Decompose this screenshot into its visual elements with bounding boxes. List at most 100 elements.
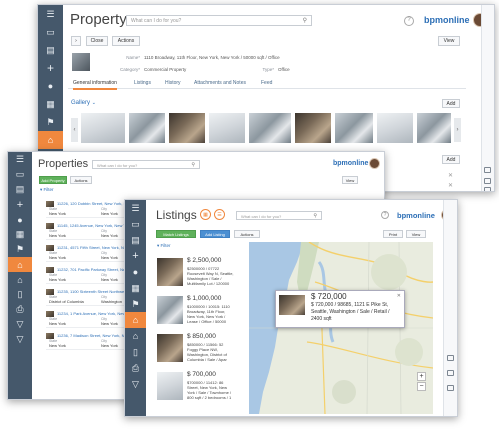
avatar[interactable] <box>369 158 380 169</box>
document-icon[interactable]: ▯ <box>8 287 32 302</box>
listing-photo[interactable] <box>156 257 184 287</box>
contacts-icon[interactable]: ● <box>38 77 63 95</box>
tab-general-information[interactable]: General information <box>73 80 117 90</box>
accounts-icon[interactable]: ▦ <box>8 227 32 242</box>
print-icon[interactable]: ⎙ <box>125 360 146 376</box>
actions-button[interactable]: Actions <box>112 36 140 46</box>
add-property-button[interactable]: Add Property <box>39 176 67 184</box>
category-value[interactable]: Commercial Property <box>144 67 234 72</box>
type-value[interactable]: Office <box>278 67 318 72</box>
phone-icon[interactable] <box>484 178 491 184</box>
gallery-prev-button[interactable]: ‹ <box>71 118 78 142</box>
listing-card[interactable]: $ 2,500,000 $2500000 / 07722 Roosevelt Way… <box>156 257 246 293</box>
gallery-photo[interactable] <box>294 112 332 144</box>
view-button[interactable]: View <box>406 230 426 238</box>
listing-card[interactable]: $ 700,000 $700000 / 11412: 86 Street, New … <box>156 371 246 407</box>
accounts-icon[interactable]: ▦ <box>38 95 63 113</box>
add-photo-button[interactable]: Add <box>442 99 460 108</box>
match-listings-button[interactable]: Match Listings <box>156 230 196 238</box>
home-icon[interactable]: ⌂ <box>38 131 63 149</box>
row-title[interactable]: 11234, 1 Park Avenue, New York, New York <box>57 311 134 316</box>
funnel-icon[interactable]: ▽ <box>125 376 146 392</box>
search-icon[interactable]: ⚲ <box>303 17 307 24</box>
tab-attachments-and-notes[interactable]: Attachments and Notes <box>194 80 246 86</box>
chat-icon[interactable]: ▭ <box>125 216 146 232</box>
cart-icon[interactable]: ▽ <box>8 317 32 332</box>
phone-icon[interactable] <box>447 370 454 376</box>
contacts-icon[interactable]: ● <box>125 264 146 280</box>
accounts-icon[interactable]: ▦ <box>125 280 146 296</box>
tab-feed[interactable]: Feed <box>261 80 272 86</box>
task-icon[interactable] <box>447 385 454 391</box>
close-icon[interactable]: ✕ <box>397 293 401 299</box>
close-button[interactable]: Close <box>86 36 108 46</box>
grid-view-icon[interactable]: ▦ <box>200 209 211 220</box>
actions-button[interactable]: Actions <box>70 176 92 184</box>
gallery-photo[interactable] <box>208 112 246 144</box>
house-icon[interactable]: ⌂ <box>125 328 146 344</box>
chat-icon[interactable] <box>447 355 454 361</box>
help-icon[interactable]: ? <box>404 16 414 26</box>
actions-button[interactable]: Actions <box>234 230 260 238</box>
menu-icon[interactable]: ☰ <box>125 200 146 216</box>
feed-icon[interactable]: ▤ <box>38 41 63 59</box>
gallery-photo[interactable] <box>334 112 374 144</box>
house-icon[interactable]: ⌂ <box>8 272 32 287</box>
gallery-photo[interactable] <box>416 112 452 144</box>
flag-icon[interactable]: ⚑ <box>8 242 32 257</box>
gallery-next-button[interactable]: › <box>454 118 461 142</box>
flag-icon[interactable]: ⚑ <box>38 113 63 131</box>
view-button[interactable]: View <box>438 36 460 46</box>
chat-icon[interactable]: ▭ <box>8 167 32 182</box>
menu-icon[interactable]: ☰ <box>38 5 63 23</box>
add-button[interactable]: Add <box>442 155 460 164</box>
feed-icon[interactable]: ▤ <box>125 232 146 248</box>
document-icon[interactable]: ▯ <box>125 344 146 360</box>
home-icon[interactable]: ⌂ <box>8 257 32 272</box>
search-icon[interactable]: ⚲ <box>191 162 195 168</box>
list-view-icon[interactable]: ☰ <box>214 209 225 220</box>
close-icon[interactable]: ✕ <box>448 182 453 189</box>
listing-card[interactable]: $ 850,000 $850000 / 11566: 52 Foggy Place … <box>156 333 246 369</box>
flag-icon[interactable]: ⚑ <box>125 296 146 312</box>
search-input[interactable]: What can I do for you? ⚲ <box>126 15 312 26</box>
contacts-icon[interactable]: ● <box>8 212 32 227</box>
chat-icon[interactable] <box>484 167 491 173</box>
add-listing-button[interactable]: Add Listing <box>200 230 230 238</box>
search-input[interactable]: What can I do for you? ⚲ <box>92 160 200 169</box>
gallery-photo[interactable] <box>80 112 126 144</box>
task-icon[interactable] <box>484 187 491 191</box>
filter-button[interactable]: ▾ Filter <box>40 187 54 193</box>
home-icon[interactable]: ⌂ <box>125 312 146 328</box>
print-icon[interactable]: ⎙ <box>8 302 32 317</box>
gallery-photo[interactable] <box>248 112 292 144</box>
search-icon[interactable]: ⚲ <box>313 213 317 219</box>
name-value[interactable]: 1110 Broadway, 11th Floor, New York, New… <box>144 55 434 60</box>
tab-history[interactable]: History <box>165 80 181 86</box>
listing-photo[interactable] <box>156 333 184 363</box>
gallery-photo[interactable] <box>376 112 414 144</box>
add-icon[interactable]: + <box>125 248 146 264</box>
listing-photo[interactable] <box>156 371 184 401</box>
menu-icon[interactable]: ☰ <box>8 152 32 167</box>
gallery-photo[interactable] <box>168 112 206 144</box>
map[interactable]: + − <box>249 242 433 414</box>
funnel-icon[interactable]: ▽ <box>8 332 32 347</box>
feed-icon[interactable]: ▤ <box>8 182 32 197</box>
view-button[interactable]: View <box>342 176 358 184</box>
listing-photo[interactable] <box>156 295 184 325</box>
help-icon[interactable]: ? <box>381 211 389 219</box>
print-button[interactable]: Print <box>383 230 403 238</box>
search-input[interactable]: What can I do for you? ⚲ <box>236 211 322 220</box>
filter-button[interactable]: ▾ Filter <box>157 243 171 249</box>
listing-card[interactable]: $ 1,000,000 $1000000 / 10015: 1110 Broadwa… <box>156 295 246 331</box>
add-icon[interactable]: + <box>38 59 63 77</box>
gallery-label[interactable]: Gallery ⌄ <box>71 100 96 106</box>
add-icon[interactable]: + <box>8 197 32 212</box>
tab-listings[interactable]: Listings <box>134 80 151 86</box>
close-icon[interactable]: ✕ <box>448 172 453 179</box>
chat-icon[interactable]: ▭ <box>38 23 63 41</box>
back-button[interactable]: › <box>71 36 81 46</box>
zoom-out-button[interactable]: − <box>417 382 426 391</box>
zoom-in-button[interactable]: + <box>417 372 426 381</box>
